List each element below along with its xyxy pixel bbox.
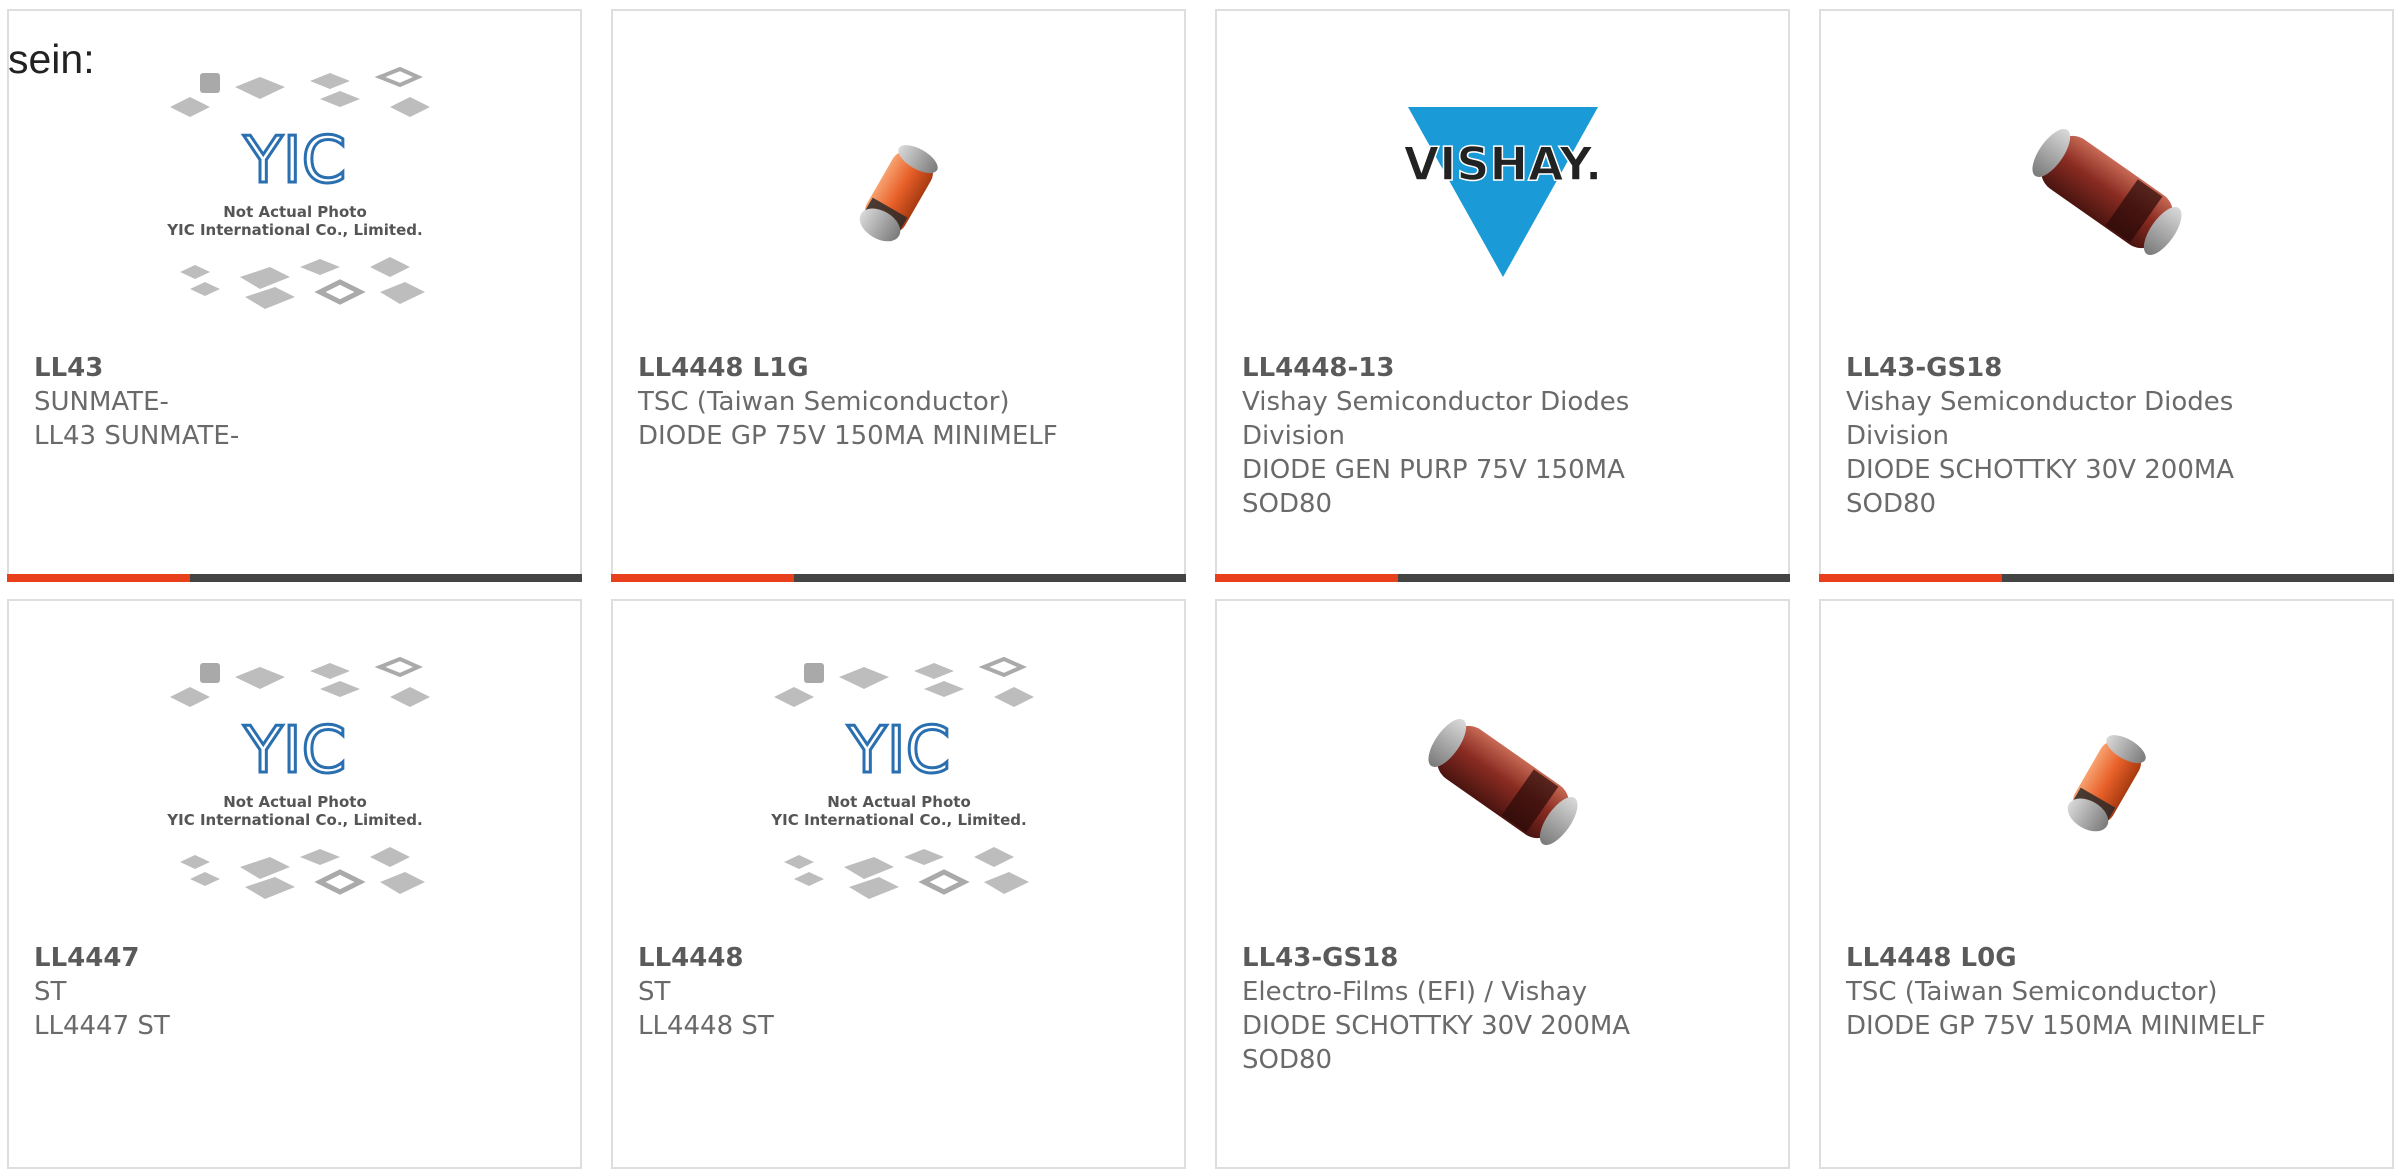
yic-logo: YIC xyxy=(846,714,950,788)
placeholder-line2: YIC International Co., Limited. xyxy=(166,811,422,829)
product-info: LL4447 ST LL4447 ST xyxy=(34,941,554,1043)
yic-placeholder-icon: YIC Not Actual Photo YIC International C… xyxy=(166,67,430,309)
part-number-link[interactable]: LL4447 xyxy=(34,941,554,975)
card-bottom-bar xyxy=(7,574,582,582)
product-info: LL4448-13 Vishay Semiconductor Diodes Di… xyxy=(1242,351,1762,521)
product-card[interactable]: YIC Not Actual Photo YIC International C… xyxy=(7,9,582,582)
placeholder-line1: Not Actual Photo xyxy=(223,793,367,811)
product-info: LL43-GS18 Electro-Films (EFI) / Vishay D… xyxy=(1242,941,1762,1077)
product-image-placeholder[interactable]: YIC Not Actual Photo YIC International C… xyxy=(160,57,430,327)
description-cont: SOD80 xyxy=(1242,1045,1333,1075)
manufacturer: TSC (Taiwan Semiconductor) xyxy=(638,387,1010,417)
part-number-link[interactable]: LL4448-13 xyxy=(1242,351,1762,385)
product-info: LL4448 L0G TSC (Taiwan Semiconductor) DI… xyxy=(1846,941,2366,1043)
part-number-link[interactable]: LL43-GS18 xyxy=(1846,351,2366,385)
red-diode-icon xyxy=(2031,129,2182,255)
manufacturer: ST xyxy=(638,977,671,1007)
manufacturer: Vishay Semiconductor Diodes xyxy=(1242,387,1630,417)
manufacturer-cont: Division xyxy=(1242,421,1346,451)
product-image-placeholder[interactable]: YIC Not Actual Photo YIC International C… xyxy=(160,647,430,917)
product-info: LL4448 L1G TSC (Taiwan Semiconductor) DI… xyxy=(638,351,1158,453)
product-card[interactable]: LL43-GS18 Vishay Semiconductor Diodes Di… xyxy=(1819,9,2394,582)
yic-logo: YIC xyxy=(242,124,346,198)
yic-logo: YIC xyxy=(242,714,346,788)
product-card[interactable]: LL43-GS18 Electro-Films (EFI) / Vishay D… xyxy=(1215,599,1790,1169)
product-image[interactable] xyxy=(1972,647,2242,917)
product-image[interactable] xyxy=(764,57,1034,327)
manufacturer: Electro-Films (EFI) / Vishay xyxy=(1242,977,1588,1007)
manufacturer: ST xyxy=(34,977,67,1007)
placeholder-line2: YIC International Co., Limited. xyxy=(770,811,1026,829)
card-bottom-bar xyxy=(611,574,1186,582)
part-number-link[interactable]: LL4448 L1G xyxy=(638,351,1158,385)
product-info: LL4448 ST LL4448 ST xyxy=(638,941,1158,1043)
yic-placeholder-icon: YIC Not Actual Photo YIC International C… xyxy=(770,657,1034,899)
description: DIODE SCHOTTKY 30V 200MA xyxy=(1242,1011,1631,1041)
product-card[interactable]: LL4448 L0G TSC (Taiwan Semiconductor) DI… xyxy=(1819,599,2394,1169)
card-bottom-bar xyxy=(1215,574,1790,582)
description-cont: SOD80 xyxy=(1242,489,1333,519)
product-card[interactable]: YIC Not Actual Photo YIC International C… xyxy=(7,599,582,1169)
placeholder-line2: YIC International Co., Limited. xyxy=(166,221,422,239)
product-image[interactable]: VISHAY. xyxy=(1368,57,1638,327)
product-card[interactable]: LL4448 L1G TSC (Taiwan Semiconductor) DI… xyxy=(611,9,1186,582)
description: DIODE GP 75V 150MA MINIMELF xyxy=(1846,1011,2266,1041)
manufacturer: TSC (Taiwan Semiconductor) xyxy=(1846,977,2218,1007)
description: LL43 SUNMATE- xyxy=(34,421,240,451)
intro-text: sein: xyxy=(8,36,95,82)
product-card[interactable]: YIC Not Actual Photo YIC International C… xyxy=(611,599,1186,1169)
product-card[interactable]: VISHAY. LL4448-13 Vishay Semiconductor D… xyxy=(1215,9,1790,582)
card-bottom-bar xyxy=(1819,574,2394,582)
description-cont: SOD80 xyxy=(1846,489,1937,519)
placeholder-line1: Not Actual Photo xyxy=(827,793,971,811)
product-info: LL43 SUNMATE- LL43 SUNMATE- xyxy=(34,351,554,453)
orange-diode-icon xyxy=(2067,735,2146,832)
part-number-link[interactable]: LL4448 xyxy=(638,941,1158,975)
part-number-link[interactable]: LL43 xyxy=(34,351,554,385)
manufacturer-cont: Division xyxy=(1846,421,1950,451)
part-number-link[interactable]: LL4448 L0G xyxy=(1846,941,2366,975)
vishay-logo-icon: VISHAY. xyxy=(1403,107,1603,277)
product-info: LL43-GS18 Vishay Semiconductor Diodes Di… xyxy=(1846,351,2366,521)
orange-diode-icon xyxy=(859,145,938,242)
placeholder-line1: Not Actual Photo xyxy=(223,203,367,221)
red-diode-icon xyxy=(1427,719,1578,845)
yic-placeholder-icon: YIC Not Actual Photo YIC International C… xyxy=(166,657,430,899)
manufacturer: SUNMATE- xyxy=(34,387,169,417)
part-number-link[interactable]: LL43-GS18 xyxy=(1242,941,1762,975)
description: LL4447 ST xyxy=(34,1011,170,1041)
description: DIODE SCHOTTKY 30V 200MA xyxy=(1846,455,2235,485)
product-image[interactable] xyxy=(1972,57,2242,327)
vishay-wordmark: VISHAY. xyxy=(1403,137,1602,191)
description: DIODE GP 75V 150MA MINIMELF xyxy=(638,421,1058,451)
product-image[interactable] xyxy=(1368,647,1638,917)
product-image-placeholder[interactable]: YIC Not Actual Photo YIC International C… xyxy=(764,647,1034,917)
description: LL4448 ST xyxy=(638,1011,774,1041)
description: DIODE GEN PURP 75V 150MA xyxy=(1242,455,1625,485)
manufacturer: Vishay Semiconductor Diodes xyxy=(1846,387,2234,417)
